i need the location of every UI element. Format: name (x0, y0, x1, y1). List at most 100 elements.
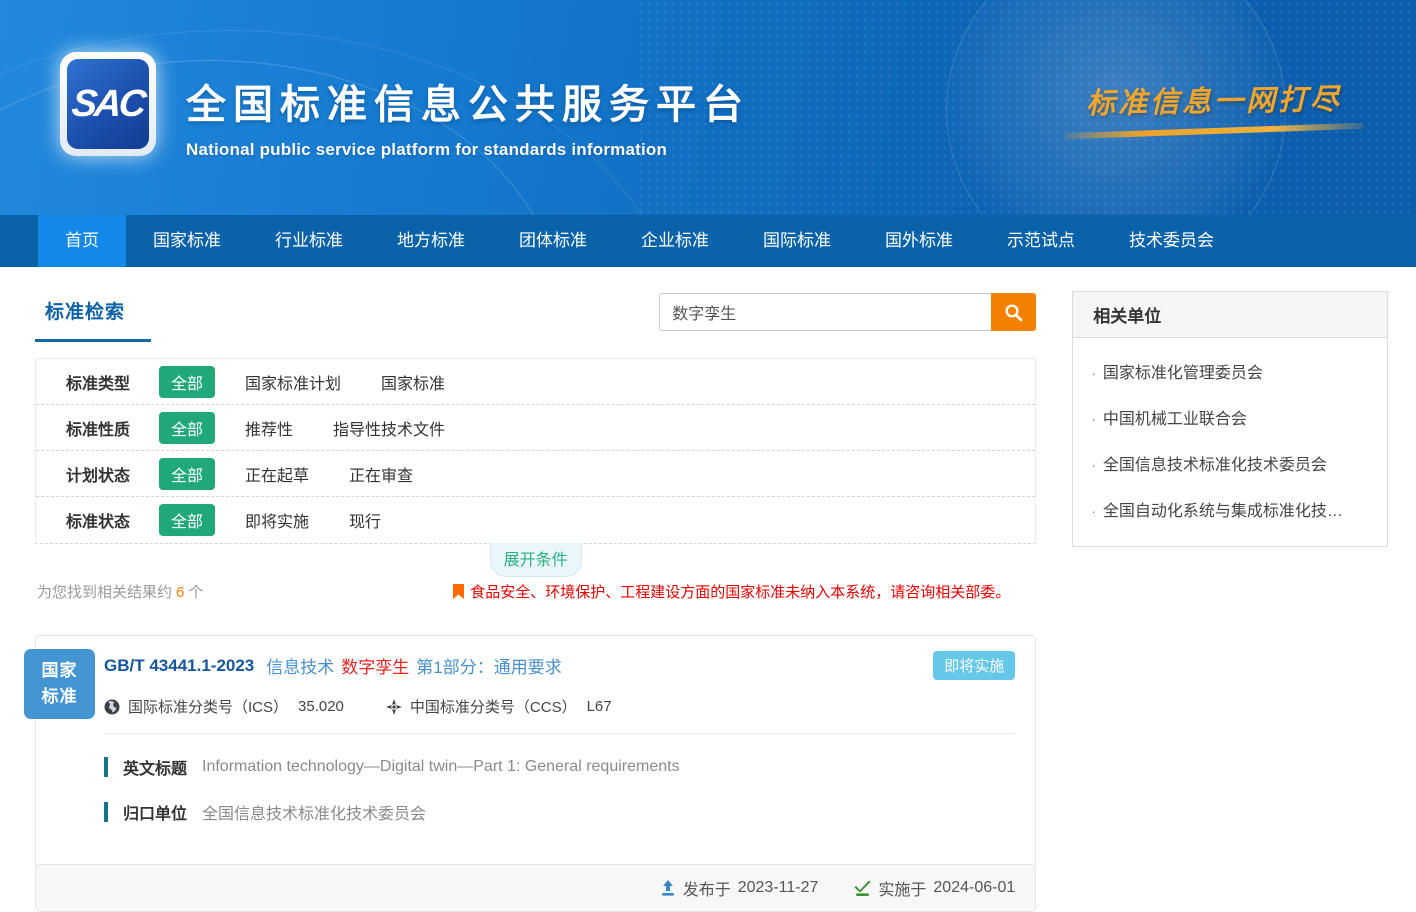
ccs-value: L67 (587, 698, 612, 715)
filter-box: 标准类型 全部 国家标准计划 国家标准 标准性质 全部 推荐性 指导性技术文件 … (35, 358, 1036, 544)
filter-row-standard-nature: 标准性质 全部 推荐性 指导性技术文件 (36, 405, 1035, 451)
bullet-dot: · (1091, 411, 1096, 427)
filter-all-button[interactable]: 全部 (159, 412, 215, 444)
card-title-row: GB/T 43441.1-2023 信息技术 数字孪生 第1部分：通用要求 即将… (104, 651, 1015, 680)
main-nav: 首页 国家标准 行业标准 地方标准 团体标准 企业标准 国际标准 国外标准 示范… (0, 215, 1416, 267)
globe-icon (104, 699, 120, 715)
nav-item-technical-committee[interactable]: 技术委员会 (1102, 215, 1241, 267)
page-title: 标准检索 (35, 291, 151, 342)
nav-item-national-standards[interactable]: 国家标准 (126, 215, 248, 267)
filter-row-standard-status: 标准状态 全部 即将实施 现行 (36, 497, 1035, 543)
filter-all-button[interactable]: 全部 (159, 504, 215, 536)
related-units-title: 相关单位 (1073, 292, 1387, 338)
site-subtitle: National public service platform for sta… (186, 140, 750, 160)
published-date-item: 发布于 2023-11-27 (660, 876, 819, 900)
filter-all-button[interactable]: 全部 (159, 458, 215, 490)
nav-item-international-standards[interactable]: 国际标准 (736, 215, 858, 267)
filter-option[interactable]: 现行 (349, 508, 381, 532)
result-count: 为您找到相关结果约6个 (37, 581, 203, 602)
standard-title-part[interactable]: 第1部分：通用要求 (416, 653, 561, 678)
nav-item-group-standards[interactable]: 团体标准 (492, 215, 614, 267)
card-meta-row: 国际标准分类号（ICS） 35.020 中国标准分类号（CCS） L67 (104, 696, 1015, 717)
system-notice: 食品安全、环境保护、工程建设方面的国家标准未纳入本系统，请咨询相关部委。 (453, 581, 1010, 602)
filter-option[interactable]: 国家标准计划 (245, 370, 341, 394)
filter-option[interactable]: 国家标准 (381, 370, 445, 394)
filter-row-standard-type: 标准类型 全部 国家标准计划 国家标准 (36, 359, 1035, 405)
nav-item-foreign-standards[interactable]: 国外标准 (858, 215, 980, 267)
site-title-block: 全国标准信息公共服务平台 National public service pla… (186, 72, 750, 160)
bullet-dot: · (1091, 503, 1096, 519)
filter-option[interactable]: 正在起草 (245, 462, 309, 486)
compass-icon (386, 699, 402, 715)
standard-title-part[interactable]: 信息技术 (266, 653, 334, 678)
check-icon (854, 880, 871, 896)
published-date: 2023-11-27 (738, 879, 819, 897)
sac-logo-text: SAC (70, 83, 146, 126)
result-count-suffix: 个 (188, 584, 203, 601)
related-units-list: · 国家标准化管理委员会 · 中国机械工业联合会 · 全国信息技术标准化技术委员会 ·… (1073, 338, 1387, 546)
filter-all-button[interactable]: 全部 (159, 366, 215, 398)
filter-option[interactable]: 推荐性 (245, 416, 293, 440)
related-unit-label: 全国信息技术标准化技术委员会 (1103, 457, 1327, 474)
field-label: 归口单位 (123, 800, 187, 824)
slogan-block: 标准信息一网打尽 (1064, 78, 1364, 134)
related-unit-label: 国家标准化管理委员会 (1103, 365, 1263, 382)
nav-item-pilot[interactable]: 示范试点 (980, 215, 1102, 267)
related-unit-link[interactable]: · 全国信息技术标准化技术委员会 (1073, 440, 1387, 486)
nav-item-home[interactable]: 首页 (38, 215, 126, 267)
notice-text: 食品安全、环境保护、工程建设方面的国家标准未纳入本系统，请咨询相关部委。 (470, 581, 1010, 602)
search-box (659, 293, 1036, 331)
related-unit-label: 全国自动化系统与集成标准化技… (1103, 503, 1343, 520)
bullet-dot: · (1091, 457, 1096, 473)
standard-title-highlight[interactable]: 数字孪生 (341, 653, 409, 678)
search-input[interactable] (659, 293, 991, 331)
search-button[interactable] (991, 293, 1036, 331)
sac-logo-inner: SAC (67, 59, 149, 149)
filter-label: 标准状态 (66, 508, 159, 532)
related-unit-link[interactable]: · 国家标准化管理委员会 (1073, 348, 1387, 394)
badge-line1: 国家 (42, 658, 78, 684)
field-label: 英文标题 (123, 755, 187, 779)
status-badge: 即将实施 (933, 651, 1015, 680)
slogan-text: 标准信息一网打尽 (1064, 75, 1365, 122)
card-body: GB/T 43441.1-2023 信息技术 数字孪生 第1部分：通用要求 即将… (36, 636, 1035, 844)
related-unit-label: 中国机械工业联合会 (1103, 411, 1247, 428)
bookmark-icon (453, 584, 464, 599)
filter-label: 标准类型 (66, 370, 159, 394)
ccs-label: 中国标准分类号（CCS） (410, 696, 577, 717)
magnifier-icon (1004, 303, 1023, 322)
field-value: Information technology—Digital twin—Part… (202, 758, 680, 776)
badge-line2: 标准 (42, 684, 78, 710)
site-title: 全国标准信息公共服务平台 (186, 72, 750, 130)
implemented-date-item: 实施于 2024-06-01 (854, 876, 1015, 900)
field-value: 全国信息技术标准化技术委员会 (202, 800, 426, 824)
related-unit-link[interactable]: · 中国机械工业联合会 (1073, 394, 1387, 440)
nav-item-local-standards[interactable]: 地方标准 (370, 215, 492, 267)
result-count-number: 6 (176, 584, 184, 601)
filter-label: 标准性质 (66, 416, 159, 440)
card-divider (104, 733, 1015, 734)
result-summary-row: 为您找到相关结果约6个 食品安全、环境保护、工程建设方面的国家标准未纳入本系统，… (37, 581, 1034, 602)
sac-logo[interactable]: SAC (60, 52, 156, 156)
committee-row: 归口单位 全国信息技术标准化技术委员会 (104, 800, 1015, 824)
card-footer: 发布于 2023-11-27 实施于 2024-06-01 (36, 864, 1035, 911)
english-title-row: 英文标题 Information technology—Digital twin… (104, 755, 1015, 779)
content-area: 标准检索 标准类型 全部 国家标准计划 国家标准 标准性质 全部 推荐性 (0, 267, 1416, 912)
filter-option[interactable]: 即将实施 (245, 508, 309, 532)
published-label: 发布于 (683, 876, 731, 900)
field-bar (104, 757, 108, 777)
result-count-prefix: 为您找到相关结果约 (37, 584, 172, 601)
standard-code-link[interactable]: GB/T 43441.1-2023 (104, 656, 254, 676)
nav-item-industry-standards[interactable]: 行业标准 (248, 215, 370, 267)
filter-option[interactable]: 正在审查 (349, 462, 413, 486)
filter-label: 计划状态 (66, 462, 159, 486)
nav-item-enterprise-standards[interactable]: 企业标准 (614, 215, 736, 267)
publish-icon (660, 880, 676, 896)
implemented-label: 实施于 (878, 876, 926, 900)
main-column: 标准检索 标准类型 全部 国家标准计划 国家标准 标准性质 全部 推荐性 (35, 291, 1036, 912)
expand-conditions-button[interactable]: 展开条件 (490, 543, 582, 577)
bullet-dot: · (1091, 365, 1096, 381)
filter-option[interactable]: 指导性技术文件 (333, 416, 445, 440)
related-unit-link[interactable]: · 全国自动化系统与集成标准化技… (1073, 486, 1387, 532)
sidebar: 相关单位 · 国家标准化管理委员会 · 中国机械工业联合会 · 全国信息技术标准化技术… (1072, 291, 1388, 912)
